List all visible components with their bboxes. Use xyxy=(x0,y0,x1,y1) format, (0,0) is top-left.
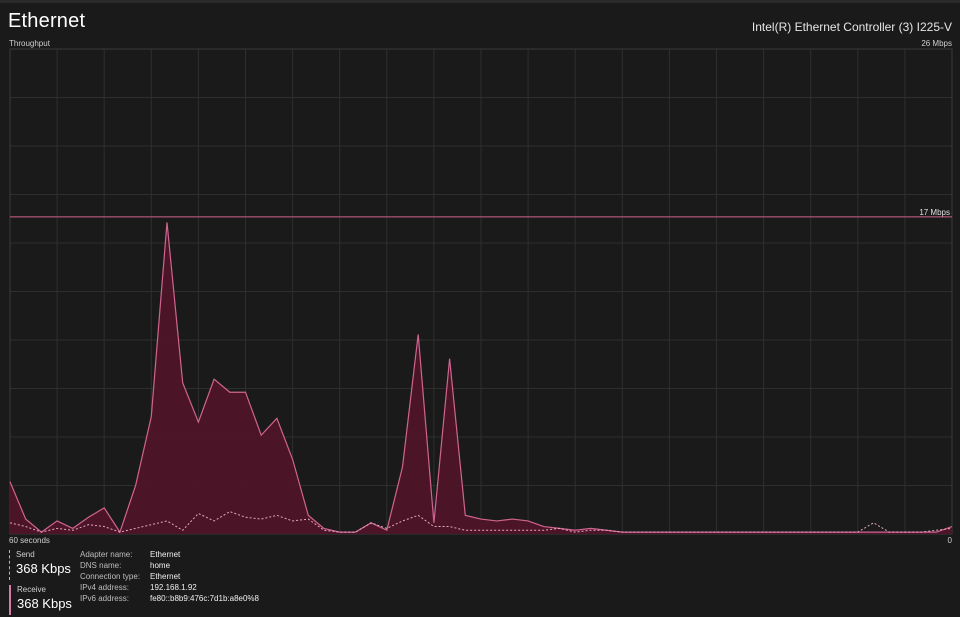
throughput-chart xyxy=(9,48,953,535)
property-value: Ethernet xyxy=(150,572,181,581)
send-value: 368 Kbps xyxy=(16,561,71,576)
receive-stat: Receive 368 Kbps xyxy=(9,585,72,615)
receive-value: 368 Kbps xyxy=(17,596,72,611)
property-key: Connection type: xyxy=(80,572,141,581)
window-top-border xyxy=(0,0,960,3)
property-key: DNS name: xyxy=(80,561,122,570)
receive-label: Receive xyxy=(17,585,46,594)
max-scale-label: 26 Mbps xyxy=(921,39,952,48)
throughput-chart-svg xyxy=(9,48,953,535)
page-title: Ethernet xyxy=(8,10,86,32)
property-key: IPv4 address: xyxy=(80,583,129,592)
property-value: 192.168.1.92 xyxy=(150,583,197,592)
x-axis-end-label: 0 xyxy=(947,536,952,545)
property-value: fe80::b8b9:476c:7d1b:a8e0%8 xyxy=(150,594,259,603)
reference-line-label: 17 Mbps xyxy=(919,208,950,217)
adapter-name-title: Intel(R) Ethernet Controller (3) I225-V xyxy=(751,20,952,34)
property-value: Ethernet xyxy=(150,550,181,559)
throughput-label: Throughput xyxy=(9,39,50,48)
property-key: IPv6 address: xyxy=(80,594,129,603)
send-label: Send xyxy=(16,550,35,559)
property-value: home xyxy=(150,561,171,570)
x-axis-start-label: 60 seconds xyxy=(9,536,50,545)
adapter-properties: Adapter name: Ethernet DNS name: home Co… xyxy=(80,550,259,603)
send-stat: Send 368 Kbps xyxy=(9,550,71,580)
property-key: Adapter name: xyxy=(80,550,133,559)
